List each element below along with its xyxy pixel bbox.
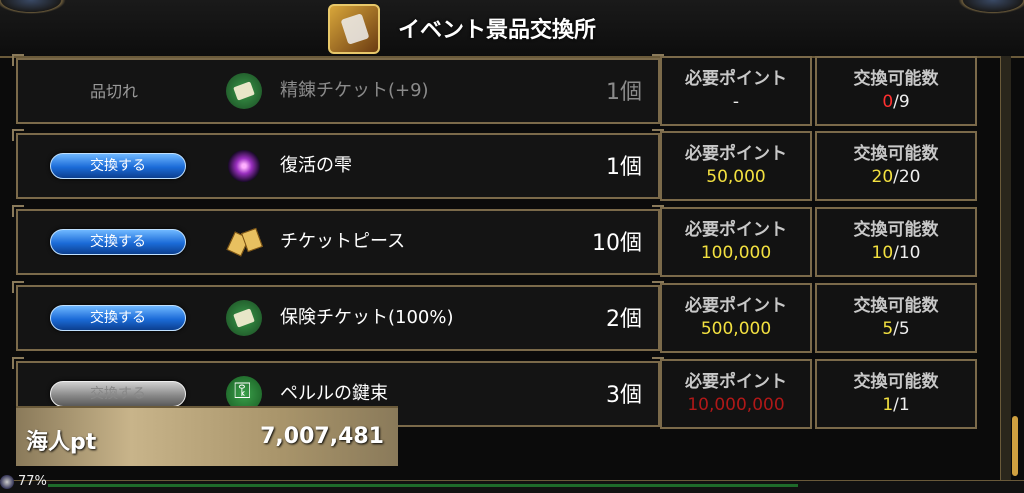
item-name: 復活の雫 xyxy=(280,155,352,176)
exchangeable-label: 交換可能数 xyxy=(853,69,939,89)
header-bar: イベント景品交換所 xyxy=(0,0,1024,58)
required-points-label: 必要ポイント xyxy=(685,69,787,89)
remaining-count: 20 xyxy=(871,167,894,187)
exchangeable-label: 交換可能数 xyxy=(853,144,939,164)
scrollbar-track[interactable] xyxy=(1000,56,1011,492)
exchange-button[interactable]: 交換する xyxy=(50,153,186,179)
progress-bar xyxy=(48,484,798,487)
required-points-box: 必要ポイント 100,000 xyxy=(660,207,812,277)
corner-ornament-left xyxy=(0,0,66,14)
list-item: 交換する 復活の雫 1個 必要ポイント 50,000 交換可能数 20/20 xyxy=(10,129,1006,201)
exchangeable-count: 0/9 xyxy=(817,92,975,112)
player-points-panel: 海人pt 7,007,481 xyxy=(16,406,398,466)
total-count: /1 xyxy=(893,395,910,415)
page-title: イベント景品交換所 xyxy=(398,18,597,43)
item-name: 保険チケット(100%) xyxy=(280,307,454,328)
required-points-box: 必要ポイント 500,000 xyxy=(660,283,812,353)
battery-level: 77% xyxy=(18,474,47,489)
list-item: 品切れ 精錬チケット(+9) 1個 必要ポイント - 交換可能数 0/9 xyxy=(10,54,1006,126)
exchangeable-box: 交換可能数 1/1 xyxy=(815,359,977,429)
item-quantity: 2個 xyxy=(606,307,642,332)
remaining-count: 1 xyxy=(882,395,894,415)
exchange-button-disabled[interactable]: 交換する xyxy=(50,381,186,407)
required-points-label: 必要ポイント xyxy=(685,296,787,316)
exchangeable-label: 交換可能数 xyxy=(853,372,939,392)
item-quantity: 1個 xyxy=(606,155,642,180)
required-points-box: 必要ポイント 50,000 xyxy=(660,131,812,201)
scrollbar-thumb[interactable] xyxy=(1012,416,1018,476)
battery-status: 77% xyxy=(0,474,47,489)
total-count: /5 xyxy=(893,319,910,339)
item-name: 精錬チケット(+9) xyxy=(280,80,429,101)
corner-ornament-right xyxy=(958,0,1024,14)
total-count: /9 xyxy=(893,92,910,112)
shop-icon xyxy=(328,4,380,54)
item-quantity: 1個 xyxy=(606,80,642,105)
item-name: チケットピース xyxy=(280,231,406,252)
exchangeable-label: 交換可能数 xyxy=(853,220,939,240)
list-item: 交換する 保険チケット(100%) 2個 必要ポイント 500,000 交換可能… xyxy=(10,281,1006,353)
item-name: ペルルの鍵束 xyxy=(280,383,388,404)
required-points-label: 必要ポイント xyxy=(685,372,787,392)
exchangeable-label: 交換可能数 xyxy=(853,296,939,316)
exchangeable-count: 1/1 xyxy=(817,395,975,415)
ticket-icon xyxy=(226,73,262,109)
required-points-value: 100,000 xyxy=(700,243,772,263)
exchangeable-box: 交換可能数 0/9 xyxy=(815,56,977,126)
drop-icon xyxy=(226,148,262,184)
required-points-value: 50,000 xyxy=(706,167,766,187)
remaining-count: 5 xyxy=(882,319,894,339)
exchangeable-box: 交換可能数 10/10 xyxy=(815,207,977,277)
required-points-value: - xyxy=(732,92,740,112)
item-quantity: 3個 xyxy=(606,383,642,408)
exchangeable-count: 20/20 xyxy=(817,167,975,187)
required-points-label: 必要ポイント xyxy=(685,144,787,164)
player-points-label: 海人pt xyxy=(26,430,97,455)
exchangeable-box: 交換可能数 5/5 xyxy=(815,283,977,353)
remaining-count: 0 xyxy=(882,92,894,112)
sold-out-label: 品切れ xyxy=(90,82,139,101)
exchangeable-box: 交換可能数 20/20 xyxy=(815,131,977,201)
required-points-value: 10,000,000 xyxy=(687,395,785,415)
list-item: 交換する チケットピース 10個 必要ポイント 100,000 交換可能数 10… xyxy=(10,205,1006,277)
total-count: /10 xyxy=(893,243,921,263)
ticket-icon xyxy=(226,300,262,336)
total-count: /20 xyxy=(893,167,921,187)
player-points-value: 7,007,481 xyxy=(260,424,384,449)
required-points-box: 必要ポイント 10,000,000 xyxy=(660,359,812,429)
exchange-button[interactable]: 交換する xyxy=(50,229,186,255)
required-points-value: 500,000 xyxy=(700,319,772,339)
required-points-label: 必要ポイント xyxy=(685,220,787,240)
ticket-piece-icon xyxy=(226,224,262,260)
required-points-box: 必要ポイント - xyxy=(660,56,812,126)
item-quantity: 10個 xyxy=(592,231,642,256)
exchange-button[interactable]: 交換する xyxy=(50,305,186,331)
remaining-count: 10 xyxy=(871,243,894,263)
battery-icon xyxy=(0,474,14,489)
exchangeable-count: 10/10 xyxy=(817,243,975,263)
exchangeable-count: 5/5 xyxy=(817,319,975,339)
